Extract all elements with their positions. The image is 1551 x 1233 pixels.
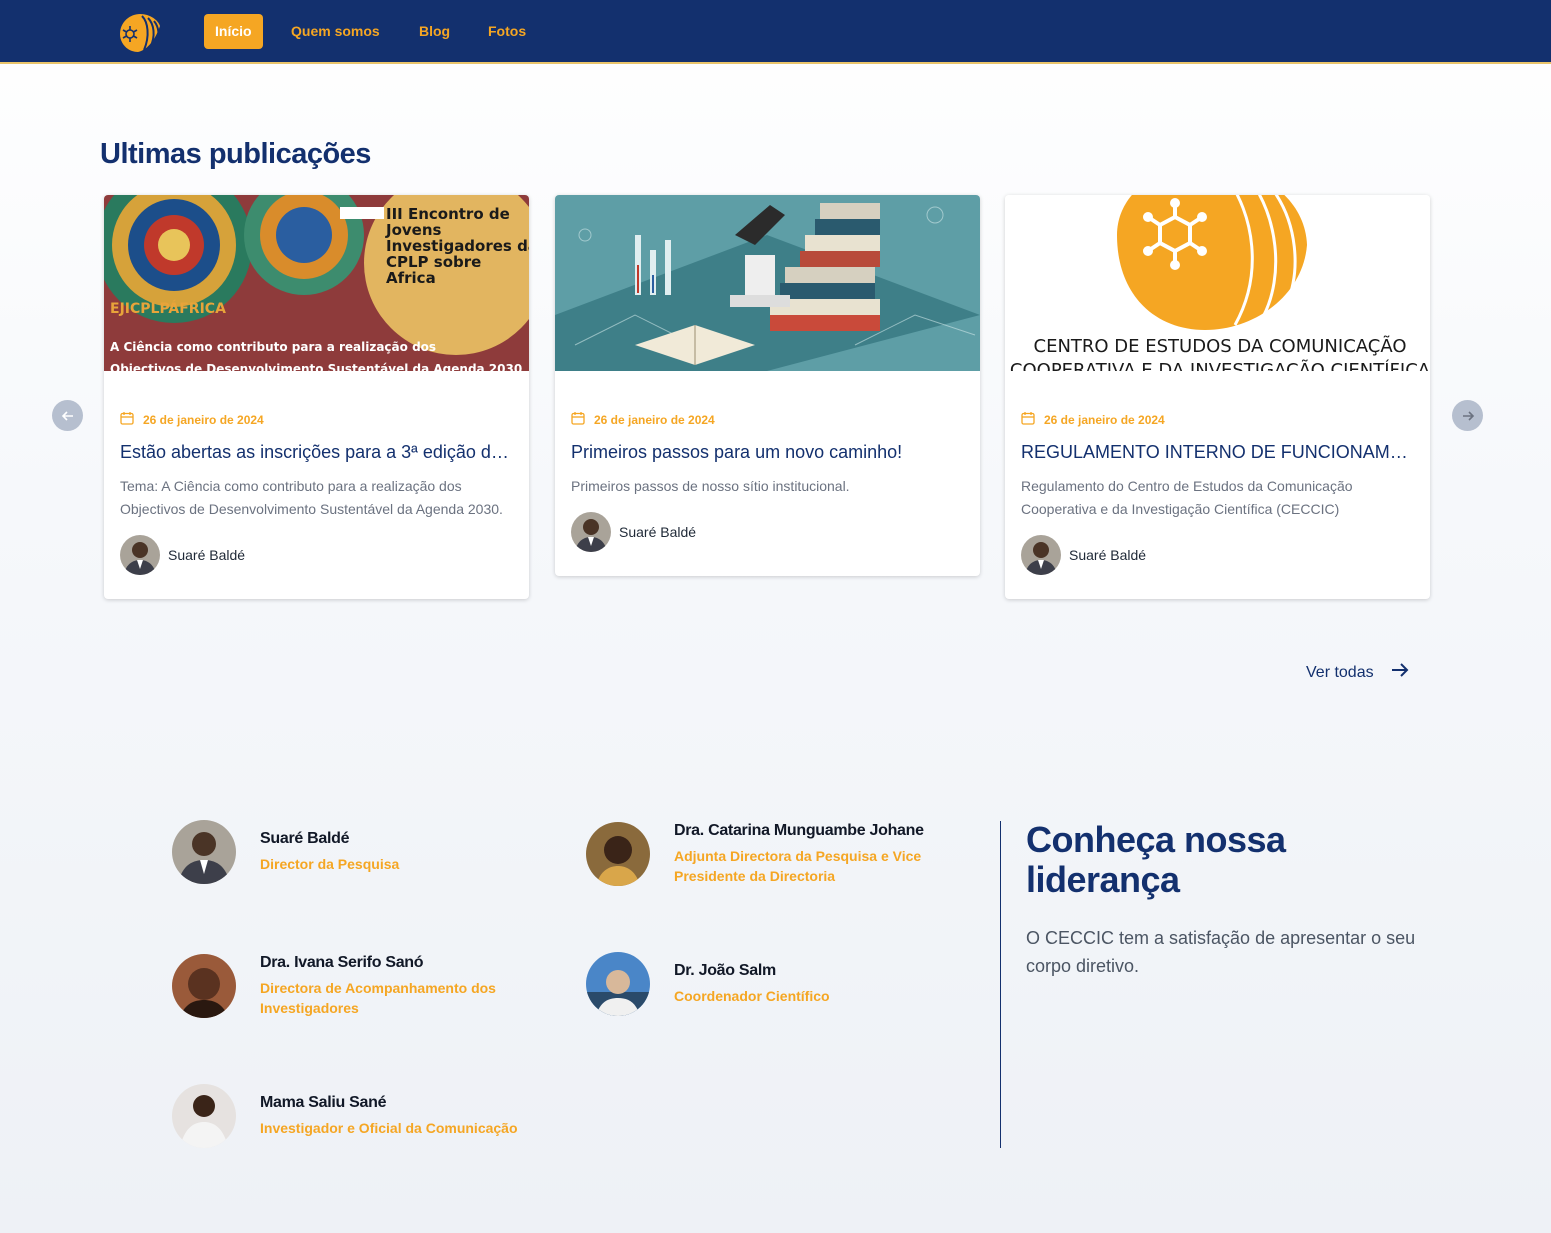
post-card[interactable]: 26 de janeiro de 2024 Primeiros passos p… xyxy=(555,195,980,576)
post-date-text: 26 de janeiro de 2024 xyxy=(594,412,715,427)
avatar xyxy=(172,954,236,1018)
leader-name: Dra. Ivana Serifo Sanó xyxy=(260,954,424,971)
leader-name: Mama Saliu Sané xyxy=(260,1094,387,1111)
post-excerpt: Regulamento do Centro de Estudos da Comu… xyxy=(1021,478,1353,517)
post-title[interactable]: Primeiros passos para um novo caminho! xyxy=(571,440,964,464)
leader-card: Dra. Catarina Munguambe Johane Adjunta D… xyxy=(586,822,946,886)
post-image[interactable]: III Encontro de Jovens Investigadores da… xyxy=(104,195,529,371)
nav-quem-somos[interactable]: Quem somos xyxy=(280,14,391,49)
post-date-text: 26 de janeiro de 2024 xyxy=(1044,412,1165,427)
nav-blog[interactable]: Blog xyxy=(408,14,461,49)
post-date-text: 26 de janeiro de 2024 xyxy=(143,412,264,427)
leader-card: Dr. João Salm Coordenador Científico xyxy=(586,952,830,1016)
post-author: Suaré Baldé xyxy=(120,535,513,575)
arrow-right-icon xyxy=(1461,407,1475,424)
post-author: Suaré Baldé xyxy=(571,512,964,552)
leadership-intro: O CECCIC tem a satisfação de apresentar … xyxy=(1026,928,1416,976)
image-text-line: COOPERATIVA E DA INVESTIGAÇÃO CIENTÍFICA xyxy=(1010,359,1430,371)
carousel-next-button[interactable] xyxy=(1452,400,1483,431)
leader-name: Suaré Baldé xyxy=(260,830,350,847)
nav-inicio[interactable]: Início xyxy=(204,14,263,49)
post-date: 26 de janeiro de 2024 xyxy=(120,411,513,428)
avatar xyxy=(586,952,650,1016)
top-navbar: Início Quem somos Blog Fotos xyxy=(0,0,1551,64)
calendar-icon xyxy=(1021,411,1035,428)
post-excerpt: Primeiros passos de nosso sítio instituc… xyxy=(571,478,850,494)
leader-role: Directora de Acompanhamento dos Investig… xyxy=(260,980,496,1016)
post-author: Suaré Baldé xyxy=(1021,535,1414,575)
post-image[interactable]: CENTRO DE ESTUDOS DA COMUNICAÇÃO COOPERA… xyxy=(1005,195,1430,371)
image-caption-line: A Ciência como contributo para a realiza… xyxy=(110,340,436,354)
leader-card: Dra. Ivana Serifo Sanó Directora de Acom… xyxy=(172,954,532,1018)
see-all-link[interactable]: Ver todas xyxy=(1306,660,1410,685)
avatar xyxy=(1021,535,1061,575)
arrow-right-icon xyxy=(1390,660,1410,685)
post-card[interactable]: III Encontro de Jovens Investigadores da… xyxy=(104,195,529,599)
leader-role: Coordenador Científico xyxy=(674,988,830,1004)
post-title[interactable]: REGULAMENTO INTERNO DE FUNCIONAMENTO DO … xyxy=(1021,440,1414,464)
publications-title: Ultimas publicações xyxy=(100,138,371,170)
calendar-icon xyxy=(571,411,585,428)
vertical-divider xyxy=(1000,821,1001,1148)
leader-card: Mama Saliu Sané Investigador e Oficial d… xyxy=(172,1084,518,1148)
image-text-line: CENTRO DE ESTUDOS DA COMUNICAÇÃO xyxy=(1034,335,1407,357)
calendar-icon xyxy=(120,411,134,428)
author-name: Suaré Baldé xyxy=(619,524,697,540)
post-image[interactable] xyxy=(555,195,980,371)
image-brand-text: EJICPLPÁFRICA xyxy=(110,300,226,317)
leader-name: Dra. Catarina Munguambe Johane xyxy=(674,822,924,839)
avatar xyxy=(571,512,611,552)
author-name: Suaré Baldé xyxy=(1069,547,1147,563)
leader-role: Director da Pesquisa xyxy=(260,856,400,872)
post-card[interactable]: CENTRO DE ESTUDOS DA COMUNICAÇÃO COOPERA… xyxy=(1005,195,1430,599)
leader-role: Adjunta Directora da Pesquisa e Vice Pre… xyxy=(674,848,922,884)
avatar xyxy=(120,535,160,575)
post-title[interactable]: Estão abertas as inscrições para a 3ª ed… xyxy=(120,440,513,464)
leader-card: Suaré Baldé Director da Pesquisa xyxy=(172,820,399,884)
ceccic-logo-icon[interactable] xyxy=(116,12,164,54)
leader-role: Investigador e Oficial da Comunicação xyxy=(260,1120,518,1136)
image-heading-line: Africa xyxy=(386,269,436,287)
avatar xyxy=(172,1084,236,1148)
see-all-label: Ver todas xyxy=(1306,663,1374,681)
leader-name: Dr. João Salm xyxy=(674,962,776,979)
author-name: Suaré Baldé xyxy=(168,547,246,563)
image-caption-line: Objectivos de Desenvolvimento Sustentáve… xyxy=(110,362,522,371)
avatar xyxy=(172,820,236,884)
arrow-left-icon xyxy=(61,407,75,424)
post-date: 26 de janeiro de 2024 xyxy=(571,411,964,428)
nav-fotos[interactable]: Fotos xyxy=(477,14,537,49)
carousel-prev-button[interactable] xyxy=(52,400,83,431)
leadership-heading: Conheça nossa liderança xyxy=(1026,819,1286,900)
post-date: 26 de janeiro de 2024 xyxy=(1021,411,1414,428)
avatar xyxy=(586,822,650,886)
post-excerpt: Tema: A Ciência como contributo para a r… xyxy=(120,478,503,517)
